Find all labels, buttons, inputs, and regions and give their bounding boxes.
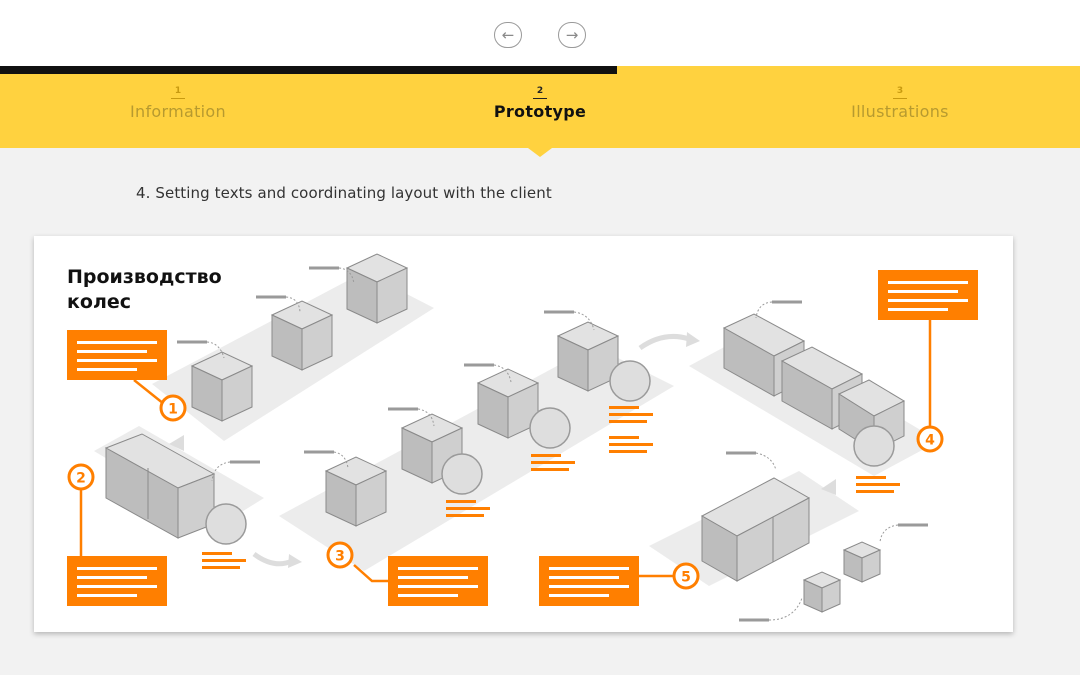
tab-information[interactable]: 1 Information (0, 74, 356, 148)
long-box-1 (104, 433, 216, 539)
progress-bar-fill (0, 66, 617, 74)
progress-bar (0, 66, 1080, 74)
svg-text:5: 5 (681, 570, 691, 586)
marker-5-icon: 5 (672, 562, 700, 590)
top-bar: ← → (0, 0, 1080, 66)
marker-2-icon: 2 (67, 463, 95, 491)
prev-arrow-icon[interactable]: ← (494, 22, 522, 48)
step-label: Prototype (493, 102, 587, 121)
svg-text:1: 1 (168, 402, 178, 418)
slide-caption: 4. Setting texts and coordinating layout… (136, 184, 552, 202)
step-number: 2 (532, 86, 548, 99)
svg-text:3: 3 (335, 549, 345, 565)
step-number: 1 (170, 86, 186, 99)
long-box-5 (700, 477, 811, 582)
step-number: 3 (892, 86, 908, 99)
next-arrow-icon[interactable]: → (558, 22, 586, 48)
marker-4-icon: 4 (916, 425, 944, 453)
marker-3-icon: 3 (326, 541, 354, 569)
diagram-title-line1: Производство (67, 266, 222, 288)
tab-illustrations[interactable]: 3 Illustrations (720, 74, 1080, 148)
diagram-title-line2: колес (67, 291, 131, 313)
tab-prototype[interactable]: 2 Prototype (360, 74, 720, 148)
step-tabs: 1 Information 2 Prototype 3 Illustration… (0, 74, 1080, 148)
active-step-caret (528, 148, 552, 157)
production-diagram: Производство колес 1 2 3 4 5 (67, 253, 978, 622)
step-label: Illustrations (851, 102, 949, 121)
marker-1-icon: 1 (159, 394, 187, 422)
prototype-illustration-card: Производство колес 1 2 3 4 5 (34, 236, 1013, 632)
svg-text:2: 2 (76, 471, 86, 487)
svg-text:4: 4 (925, 433, 935, 449)
step-label: Information (130, 102, 226, 121)
